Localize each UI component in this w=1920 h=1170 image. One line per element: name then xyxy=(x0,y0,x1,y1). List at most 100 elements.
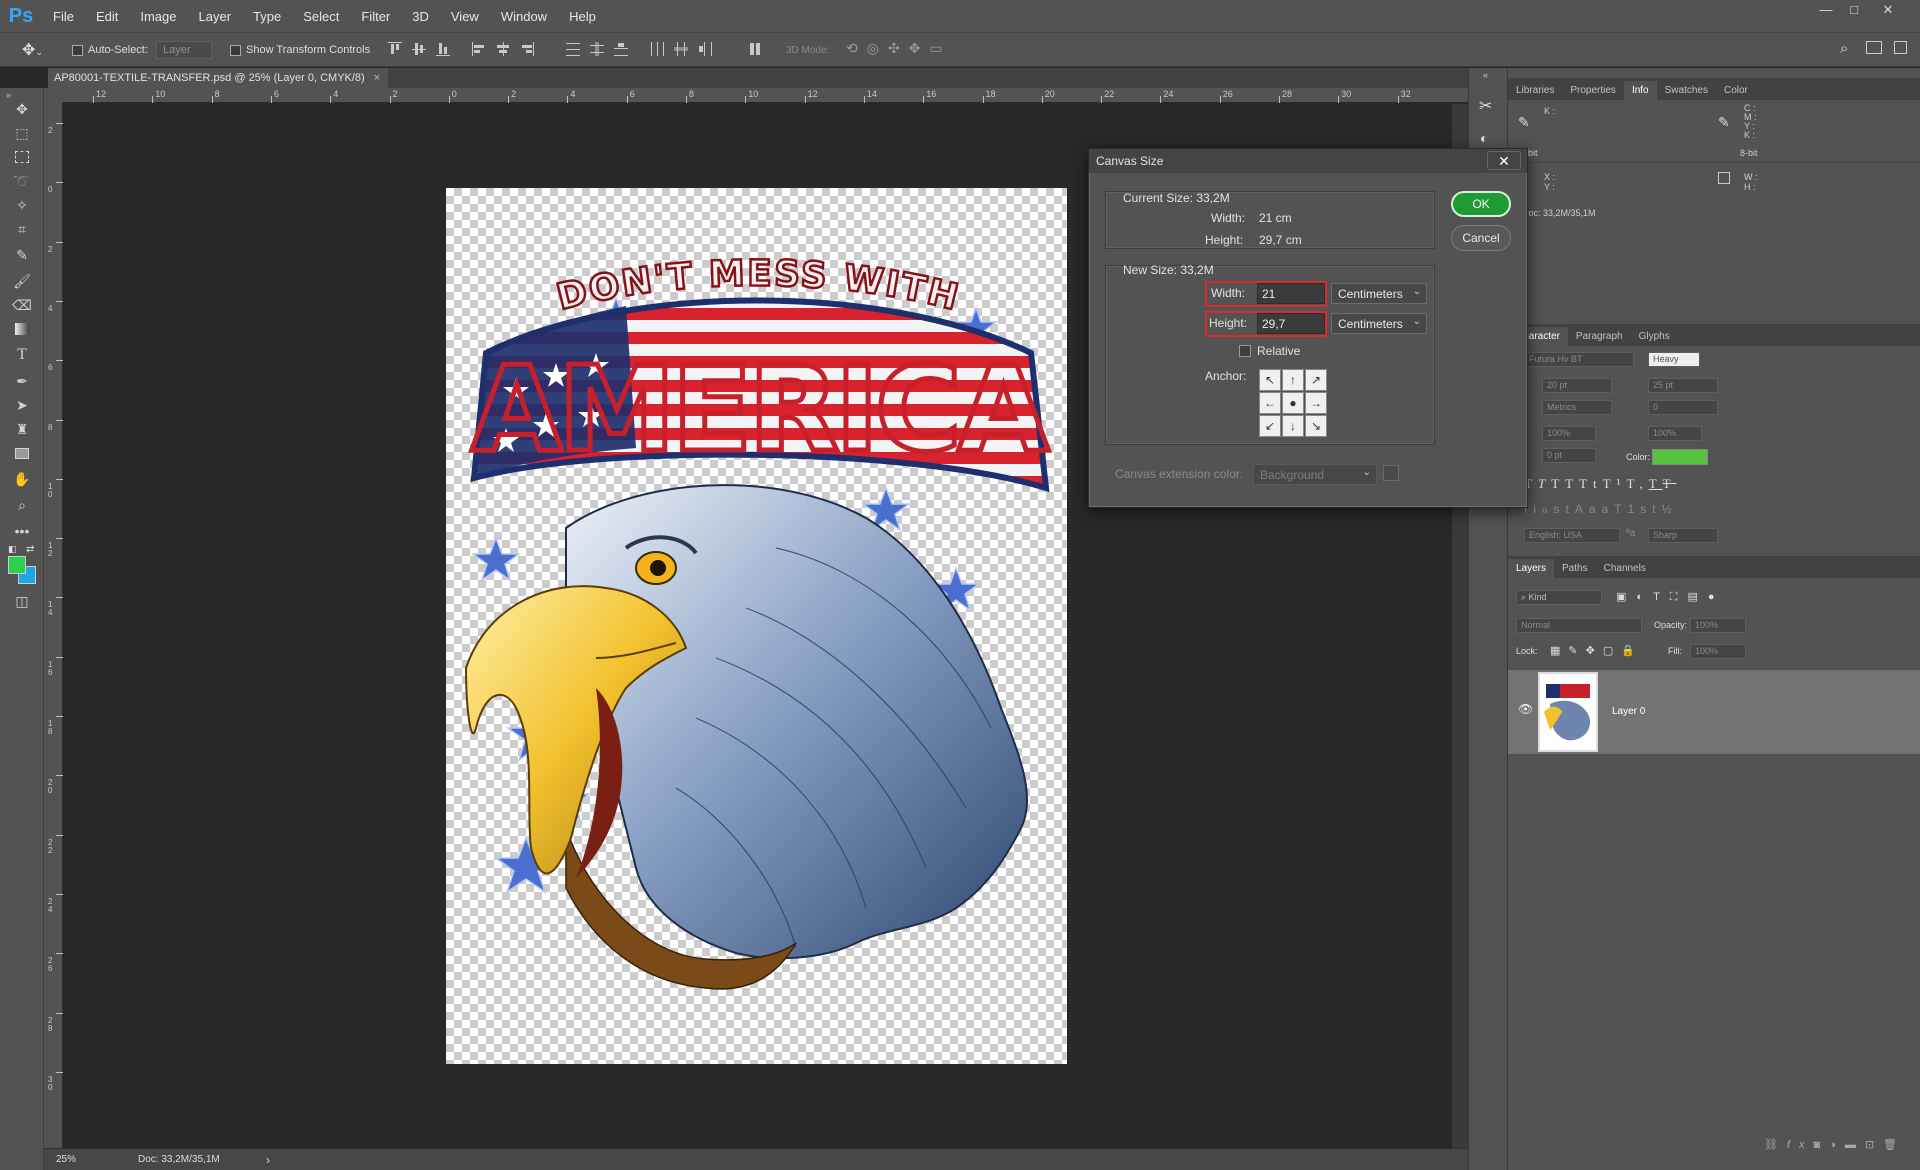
rectangle-tool-icon[interactable] xyxy=(10,442,34,464)
layer-name[interactable]: Layer 0 xyxy=(1612,706,1645,717)
distribute-right-icon[interactable] xyxy=(698,42,712,56)
menu-layer[interactable]: Layer xyxy=(188,9,243,24)
align-right-icon[interactable] xyxy=(520,42,534,56)
info-eyedropper-icon[interactable]: ✎ xyxy=(1518,114,1530,131)
3d-mode-icons[interactable]: ⟲◎✣✥▭ xyxy=(846,40,952,57)
document-canvas[interactable]: AMERICA DON'T MESS WITH xyxy=(446,188,1067,1064)
old-style-button[interactable]: ℴ xyxy=(1542,502,1554,516)
info-eyedropper-right-icon[interactable]: ✎ xyxy=(1718,114,1730,131)
tab-info[interactable]: Info xyxy=(1623,81,1657,100)
close-window-button[interactable]: ✕ xyxy=(1874,2,1902,18)
menu-filter[interactable]: Filter xyxy=(350,9,401,24)
history-icon[interactable]: ◐ xyxy=(1480,130,1488,146)
anchor-top-right[interactable]: ↗ xyxy=(1305,369,1327,391)
distribute-left-icon[interactable] xyxy=(650,42,664,56)
ruler-origin[interactable] xyxy=(44,88,63,103)
menu-file[interactable]: File xyxy=(42,9,85,24)
font-family-select[interactable]: Futura Hv BT xyxy=(1524,352,1634,367)
document-tab[interactable]: AP80001-TEXTILE-TRANSFER.psd @ 25% (Laye… xyxy=(48,68,388,88)
show-transform-controls-checkbox[interactable]: Show Transform Controls xyxy=(230,41,370,59)
swap-colors-icon[interactable]: ⇄ xyxy=(26,544,34,555)
distribute-horizontal-center-icon[interactable] xyxy=(674,42,688,56)
layer-thumbnail[interactable] xyxy=(1538,672,1598,752)
adjustment-layer-icon[interactable]: ◑ xyxy=(1829,1139,1845,1151)
new-layer-icon[interactable]: ⊡ xyxy=(1865,1139,1883,1151)
maximize-button[interactable]: □ xyxy=(1840,2,1868,18)
kerning-field[interactable]: Metrics xyxy=(1542,400,1612,415)
tab-layers[interactable]: Layers xyxy=(1508,559,1555,578)
show-transform-check-icon[interactable] xyxy=(230,44,241,56)
layer-row[interactable]: 👁 Layer 0 xyxy=(1508,670,1920,754)
brush-tool-icon[interactable]: 🖌 xyxy=(10,270,34,292)
width-unit-select[interactable]: Centimeters ⌄ xyxy=(1331,283,1427,304)
filter-pixel-icon[interactable]: ▣ xyxy=(1616,591,1636,603)
lock-artboard-icon[interactable]: ▢ xyxy=(1603,645,1621,657)
anchor-bottom[interactable]: ↓ xyxy=(1282,415,1304,437)
extension-color-select[interactable]: Background ⌄ xyxy=(1253,464,1377,485)
menu-window[interactable]: Window xyxy=(490,9,558,24)
move-tool-preset-icon[interactable]: ✥⌄ xyxy=(22,40,52,60)
gradient-tool-icon[interactable] xyxy=(10,318,34,340)
menu-3d[interactable]: 3D xyxy=(401,9,440,24)
contextual-button[interactable]: aa xyxy=(1589,502,1614,516)
type-tool-icon[interactable]: T xyxy=(10,344,34,366)
layer-filter-icons[interactable]: ▣◐T⛶▤● xyxy=(1616,590,1725,604)
tab-paths[interactable]: Paths xyxy=(1554,559,1596,578)
anchor-bottom-right[interactable]: ↘ xyxy=(1305,415,1327,437)
lock-image-icon[interactable]: ✎ xyxy=(1568,645,1585,657)
menu-image[interactable]: Image xyxy=(129,9,187,24)
auto-align-layers-icon[interactable] xyxy=(748,42,762,56)
font-style-select[interactable]: Heavy xyxy=(1648,352,1700,367)
share-icon[interactable] xyxy=(1894,41,1907,54)
opentype-buttons[interactable]: fiℴstAaaT1st½ xyxy=(1524,502,1678,516)
small-caps-button[interactable]: Tt xyxy=(1579,476,1603,491)
faux-italic-button[interactable]: T xyxy=(1538,476,1551,491)
search-icon[interactable]: ⌕ xyxy=(1840,40,1848,57)
crop-tool-icon[interactable]: ⌗ xyxy=(10,218,34,240)
minimize-button[interactable]: — xyxy=(1812,2,1840,18)
filter-toggle-icon[interactable]: ● xyxy=(1708,591,1725,603)
antialias-select[interactable]: Sharp xyxy=(1648,528,1718,543)
stylistic-alternates-button[interactable]: st xyxy=(1554,502,1575,516)
type-style-buttons[interactable]: TTTTTtT¹T,TT xyxy=(1524,476,1677,492)
swash-button[interactable]: 1st xyxy=(1628,502,1662,516)
anchor-top-left[interactable]: ↖ xyxy=(1259,369,1281,391)
blend-mode-select[interactable]: Normal xyxy=(1516,618,1642,633)
lock-position-icon[interactable]: ✥ xyxy=(1586,645,1603,657)
artboard-tool-icon[interactable]: ⬚ xyxy=(10,122,34,144)
3d-roll-icon[interactable]: ◎ xyxy=(867,40,888,56)
tab-color[interactable]: Color xyxy=(1716,81,1756,100)
anchor-center[interactable]: ● xyxy=(1282,392,1304,414)
eyedropper-tool-icon[interactable]: ✎ xyxy=(10,244,34,266)
menu-type[interactable]: Type xyxy=(242,9,292,24)
filter-adjustment-icon[interactable]: ◐ xyxy=(1636,591,1653,603)
filter-type-icon[interactable]: T xyxy=(1653,591,1670,603)
align-horizontal-center-icon[interactable] xyxy=(496,42,510,56)
default-colors-icon[interactable]: ◧ xyxy=(8,544,17,555)
align-left-icon[interactable] xyxy=(472,42,486,56)
menu-select[interactable]: Select xyxy=(292,9,350,24)
text-color-swatch[interactable] xyxy=(1652,449,1708,465)
lasso-tool-icon[interactable]: ➰ xyxy=(10,170,34,192)
tab-paragraph[interactable]: Paragraph xyxy=(1568,327,1631,346)
align-vertical-center-icon[interactable] xyxy=(412,42,426,56)
anchor-bottom-left[interactable]: ↙ xyxy=(1259,415,1281,437)
zoom-tool-icon[interactable]: ⌕ xyxy=(10,494,34,516)
tab-properties[interactable]: Properties xyxy=(1562,81,1624,100)
titling-button[interactable]: A xyxy=(1575,502,1589,516)
delete-layer-trash-icon[interactable]: 🗑 xyxy=(1883,1139,1906,1151)
filter-smart-icon[interactable]: ▤ xyxy=(1688,591,1708,603)
fill-field[interactable]: 100% xyxy=(1690,644,1746,659)
font-size-field[interactable]: 20 pt xyxy=(1542,378,1612,393)
relative-checkbox[interactable] xyxy=(1239,345,1251,357)
more-tools-icon[interactable]: ••• xyxy=(10,520,34,542)
quick-mask-icon[interactable]: ◫ xyxy=(10,590,34,612)
tool-presets-icon[interactable]: ✂ xyxy=(1479,96,1492,116)
anchor-top[interactable]: ↑ xyxy=(1282,369,1304,391)
stamp-tool-icon[interactable]: ♜ xyxy=(10,418,34,440)
tab-glyphs[interactable]: Glyphs xyxy=(1631,327,1678,346)
menu-view[interactable]: View xyxy=(440,9,490,24)
anchor-right[interactable]: → xyxy=(1305,392,1327,414)
dock-collapse-icon[interactable]: « xyxy=(1483,70,1488,80)
opacity-field[interactable]: 100% xyxy=(1690,618,1746,633)
